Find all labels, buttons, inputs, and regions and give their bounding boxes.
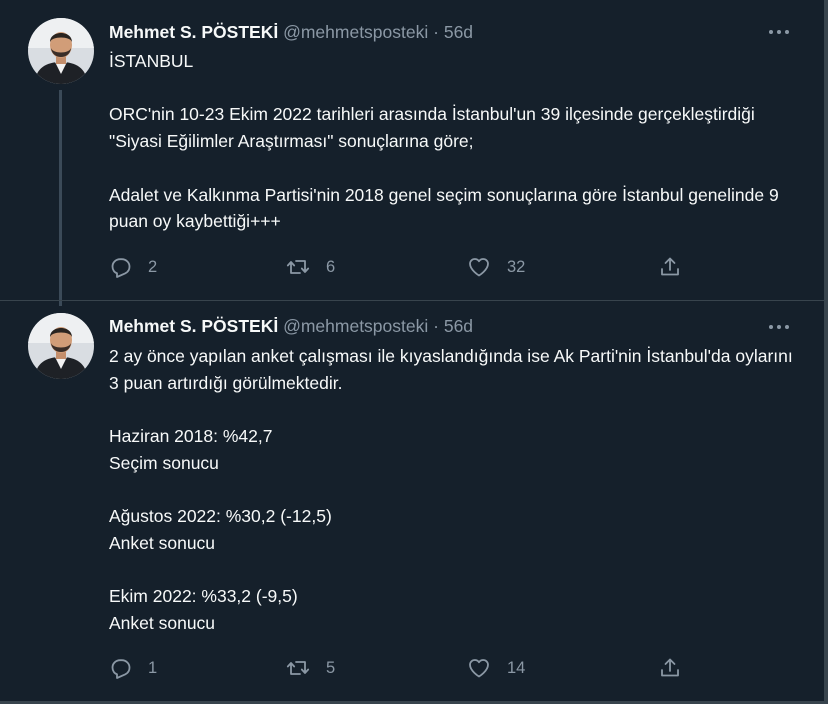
author-name[interactable]: Mehmet S. PÖSTEKİ: [109, 22, 278, 42]
avatar-image: [28, 18, 94, 84]
avatar-image: [28, 313, 94, 379]
author-name[interactable]: Mehmet S. PÖSTEKİ: [109, 316, 278, 336]
like-button[interactable]: 14: [467, 655, 525, 681]
retweet-count: 6: [326, 257, 336, 276]
more-icon[interactable]: [768, 323, 790, 331]
reply-button[interactable]: 1: [108, 655, 157, 681]
share-icon: [661, 257, 679, 276]
like-button[interactable]: 32: [467, 254, 525, 280]
reply-count: 2: [148, 257, 158, 276]
window-border-right: [824, 0, 828, 704]
heart-icon: [469, 659, 489, 678]
retweet-icon: [286, 661, 310, 675]
tweet-timestamp[interactable]: 56d: [444, 22, 473, 42]
heart-icon: [469, 258, 489, 277]
more-icon[interactable]: [768, 28, 790, 36]
reply-count: 1: [148, 658, 158, 677]
separator-dot: ·: [433, 316, 439, 336]
tweet-header: Mehmet S. PÖSTEKİ @mehmetsposteki · 56d: [109, 22, 473, 43]
reply-icon: [111, 659, 131, 679]
share-button[interactable]: [658, 254, 682, 280]
retweet-count: 5: [326, 658, 336, 677]
retweet-button[interactable]: 6: [286, 254, 335, 280]
share-icon: [661, 658, 679, 677]
tweet-text: İSTANBUL ORC'nin 10-23 Ekim 2022 tarihle…: [109, 51, 779, 232]
author-handle[interactable]: @mehmetsposteki: [283, 316, 428, 336]
author-handle[interactable]: @mehmetsposteki: [283, 22, 428, 42]
like-count: 32: [507, 257, 526, 276]
share-button[interactable]: [658, 655, 682, 681]
tweet-1[interactable]: Mehmet S. PÖSTEKİ @mehmetsposteki · 56d …: [0, 0, 824, 306]
tweet-header: Mehmet S. PÖSTEKİ @mehmetsposteki · 56d: [109, 316, 473, 337]
avatar[interactable]: [28, 313, 94, 379]
separator-dot: ·: [433, 22, 439, 42]
reply-button[interactable]: 2: [108, 254, 157, 280]
tweet-timestamp[interactable]: 56d: [444, 316, 473, 336]
retweet-button[interactable]: 5: [286, 655, 335, 681]
avatar[interactable]: [28, 18, 94, 84]
reply-icon: [111, 258, 131, 278]
retweet-icon: [286, 260, 310, 274]
like-count: 14: [507, 658, 526, 677]
thread-connector-line: [59, 90, 62, 306]
tweet-2[interactable]: Mehmet S. PÖSTEKİ @mehmetsposteki · 56d …: [0, 300, 824, 701]
tweet-text: 2 ay önce yapılan anket çalışması ile kı…: [109, 346, 793, 634]
